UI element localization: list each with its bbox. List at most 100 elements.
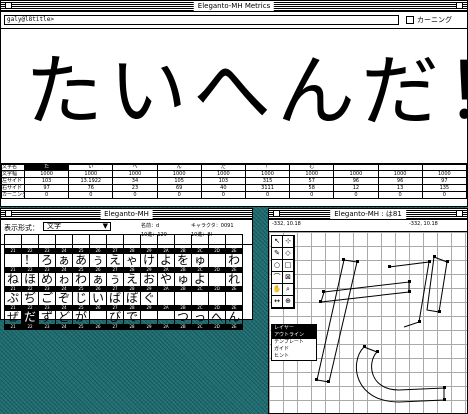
metrics-cell[interactable]: 1000 (156, 170, 202, 178)
character-cell[interactable]: ぅ 26 (89, 253, 107, 273)
metrics-cell[interactable]: 315 (244, 177, 291, 185)
character-cell[interactable]: 26 (89, 310, 107, 330)
character-cell[interactable]: ぷ 21 (4, 291, 22, 311)
metrics-cell[interactable]: だ (200, 163, 246, 171)
metrics-titlebar[interactable]: Eleganto-MH Metrics (1, 1, 467, 12)
layer-palette[interactable]: レイヤー アウトライン テンプレート ガイド ヒント (271, 324, 317, 361)
metrics-cell[interactable]: 23 (112, 184, 158, 192)
character-cell[interactable]: 2C (191, 234, 209, 254)
char-titlebar[interactable]: Eleganto-MH (1, 209, 252, 220)
character-cell[interactable]: へ 2D (208, 310, 226, 330)
character-cell[interactable]: ゅ 2C (191, 253, 209, 273)
metrics-cell[interactable]: 57 (289, 177, 335, 185)
close-box-icon[interactable] (273, 210, 280, 217)
metrics-cell[interactable]: 0 (377, 191, 423, 199)
character-cell[interactable]: 2D (208, 234, 226, 254)
character-cell[interactable]: ば 27 (106, 291, 124, 311)
metrics-cell[interactable] (421, 163, 468, 171)
character-cell[interactable]: ゅ 2B (174, 272, 192, 292)
metrics-cell[interactable]: 12 (333, 184, 379, 192)
character-cell[interactable]: 2D (208, 253, 226, 273)
character-grid[interactable]: 21 22 23 24 25 26 27 28 29 2A 2B 2C 2D 2E 21！ 22 ろ 23 ぁ 24 あ… (4, 234, 243, 330)
character-cell[interactable]: 25 (72, 234, 90, 254)
metrics-cell[interactable] (333, 163, 379, 171)
metrics-cell[interactable]: 103 (200, 177, 246, 185)
character-cell[interactable]: で 28 (123, 310, 141, 330)
metrics-cell[interactable]: 0 (68, 191, 114, 199)
metrics-cell[interactable]: 1000 (377, 170, 423, 178)
character-cell[interactable]: 26 (89, 234, 107, 254)
character-cell[interactable]: ！ 22 (21, 253, 39, 273)
metrics-cell[interactable]: 0 (421, 191, 468, 199)
character-cell[interactable]: 2E (225, 291, 243, 311)
metrics-cell[interactable]: 1000 (333, 170, 379, 178)
metrics-cell[interactable]: 1000 (200, 170, 246, 178)
metrics-cell[interactable]: 1000 (289, 170, 335, 178)
character-cell[interactable]: じ 25 (72, 291, 90, 311)
character-cell[interactable]: ぁ 24 (55, 253, 73, 273)
character-cell[interactable]: ぢ 22 (21, 291, 39, 311)
tool-icon-11[interactable]: ⊕ (282, 295, 294, 308)
metrics-cell[interactable]: 13.1922 (68, 177, 114, 185)
character-cell[interactable]: よ 2C (191, 272, 209, 292)
layer-outline[interactable]: アウトライン (272, 332, 316, 339)
metrics-cell[interactable]: 0 (156, 191, 202, 199)
metrics-table[interactable]: 文字名たいへんだ！む文字幅 1000 1000 1000 1000 1000 1000 100… (1, 163, 468, 199)
character-cell[interactable]: 21 (4, 234, 22, 254)
character-cell[interactable]: が 25 (72, 310, 90, 330)
character-cell[interactable]: 2D (208, 291, 226, 311)
character-cell[interactable]: ど 24 (55, 310, 73, 330)
metrics-cell[interactable]: 135 (421, 184, 468, 192)
character-cell[interactable]: ぞ 24 (55, 291, 73, 311)
character-cell[interactable]: ぁ 26 (89, 272, 107, 292)
metrics-cell[interactable]: 0 (244, 191, 291, 199)
character-cell[interactable]: あ 25 (72, 253, 90, 273)
metrics-cell[interactable]: ！ (244, 163, 291, 171)
character-cell[interactable]: 28 (123, 234, 141, 254)
character-cell[interactable]: わ 25 (72, 272, 90, 292)
layer-hint[interactable]: ヒント (272, 353, 316, 360)
metrics-cell[interactable]: 1000 (244, 170, 291, 178)
tool-palette[interactable]: ↖ ⊹ ✎ ◇ ○ □ ⌒ ⊠ ✋ ⌕ ↔ ⊕ (271, 235, 295, 309)
character-cell[interactable]: 22 (21, 234, 39, 254)
character-cell[interactable]: け 29 (140, 253, 158, 273)
character-cell[interactable]: つ 2B (174, 310, 192, 330)
kerning-checkbox[interactable] (406, 16, 414, 24)
metrics-cell[interactable]: 76 (68, 184, 114, 192)
character-cell[interactable]: だ 22 (21, 310, 39, 330)
metrics-cell[interactable]: 34 (112, 177, 158, 185)
glyph-outline[interactable] (269, 232, 467, 413)
metrics-cell[interactable]: 1000 (421, 170, 468, 178)
metrics-preview[interactable]: たいへんだ！む (1, 28, 467, 165)
metrics-cell[interactable]: た (23, 163, 70, 171)
character-cell[interactable]: い 26 (89, 291, 107, 311)
layer-guide[interactable]: ガイド (272, 346, 316, 353)
metrics-cell[interactable]: 3111 (244, 184, 291, 192)
character-cell[interactable]: め 23 (38, 272, 56, 292)
metrics-cell[interactable]: 0 (200, 191, 246, 199)
metrics-cell[interactable]: 0 (112, 191, 158, 199)
layer-template[interactable]: テンプレート (272, 339, 316, 346)
character-cell[interactable]: え 28 (123, 272, 141, 292)
metrics-cell[interactable]: 40 (200, 184, 246, 192)
character-cell[interactable]: ね 21 (4, 272, 22, 292)
character-cell[interactable]: 2A (157, 234, 175, 254)
metrics-cell[interactable]: 0 (23, 191, 70, 199)
metrics-cell[interactable]: 69 (156, 184, 202, 192)
close-box-icon[interactable] (5, 210, 12, 217)
character-cell[interactable]: 2A (157, 310, 175, 330)
character-cell[interactable]: ぜ 21 (4, 310, 22, 330)
character-cell[interactable]: 29 (140, 310, 158, 330)
close-box-icon[interactable] (5, 2, 12, 9)
display-mode-select[interactable]: 文字 ▼ (43, 222, 111, 231)
character-cell[interactable]: ろ 23 (38, 253, 56, 273)
character-cell[interactable]: 2E (225, 234, 243, 254)
character-cell[interactable]: ご 23 (38, 291, 56, 311)
sample-text-input[interactable]: galy@l8title> (4, 15, 399, 25)
character-cell[interactable]: れ 2E (225, 272, 243, 292)
character-cell[interactable]: 2B (174, 291, 192, 311)
zoom-box-icon[interactable] (456, 2, 463, 9)
metrics-cell[interactable]: 13 (377, 184, 423, 192)
metrics-cell[interactable]: 105 (156, 177, 202, 185)
character-cell[interactable]: ぽ 28 (123, 291, 141, 311)
